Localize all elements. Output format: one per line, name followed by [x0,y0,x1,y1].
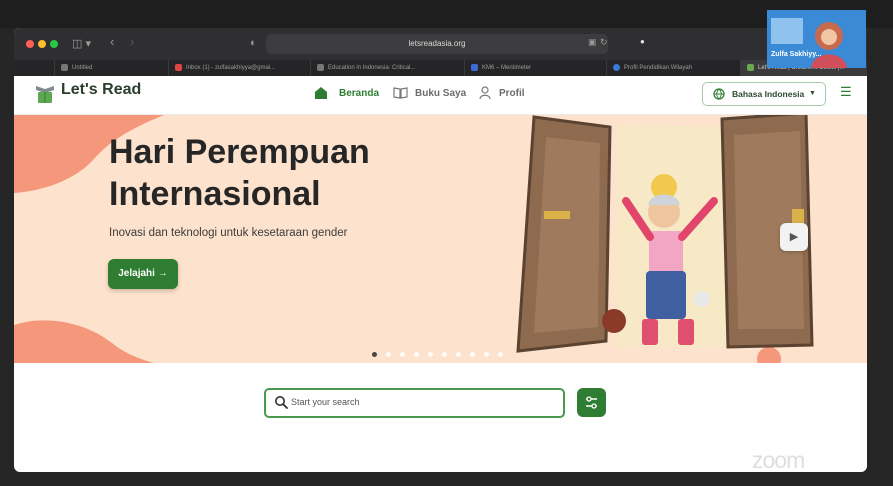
forward-icon[interactable]: › [130,34,134,49]
back-icon[interactable]: ‹ [110,34,114,49]
slide-dot[interactable] [386,352,391,357]
filter-sliders-icon [586,396,597,409]
hamburger-menu-icon[interactable]: ☰ [840,84,852,100]
hero-title-line1: Hari Perempuan [109,133,370,171]
privacy-shield-icon[interactable]: ◐ [250,37,257,49]
home-icon [315,87,327,99]
tab-label: Profil Pendidikan Wilayah [624,65,693,71]
tab-profil-pendidikan[interactable]: Profil Pendidikan Wilayah [606,60,740,76]
arrow-right-icon: → [157,268,168,279]
zoom-watermark: zoom [752,447,805,473]
slide-dot[interactable] [456,352,461,357]
decor-circle [757,347,781,363]
lets-read-logo-icon[interactable] [34,84,56,104]
nav-buku-saya[interactable]: Buku Saya [415,88,466,99]
tab-label: Education in Indonesia: Critical... [328,65,416,71]
user-icon [479,86,491,100]
slide-dot[interactable] [414,352,419,357]
slide-dot[interactable] [498,352,503,357]
tab-untitled[interactable]: Untitled [54,60,168,76]
search-placeholder: Start your search [291,397,360,407]
book-icon [393,87,408,99]
character-shirt [649,231,683,275]
address-bar[interactable]: letsreadasia.org [266,34,608,54]
search-icon [275,396,288,409]
goose [694,291,710,307]
language-selector[interactable]: Bahasa Indonesia ▼ [702,82,826,106]
slide-pagination [372,344,512,357]
tab-education[interactable]: Education in Indonesia: Critical... [310,60,464,76]
filter-button[interactable] [577,388,606,417]
character-pants [646,271,686,319]
hero-subtitle: Inovasi dan teknologi untuk kesetaraan g… [109,227,348,239]
hero-title: Hari Perempuan Internasional [109,131,529,215]
next-slide-button[interactable]: ▶ [780,223,808,251]
minimize-window-button[interactable] [38,40,46,48]
tab-label: Inbox (1) - zulfasakhiyya@gmai... [186,65,276,71]
slide-dot[interactable] [442,352,447,357]
tab-bar: Untitled Inbox (1) - zulfasakhiyya@gmai.… [14,60,867,76]
nav-beranda[interactable]: Beranda [339,88,379,99]
turkey [602,309,626,333]
search-input[interactable]: Start your search [264,388,565,418]
language-label: Bahasa Indonesia [732,89,805,99]
browser-titlebar: ◫ ▾ ‹ › ◐ letsreadasia.org ▣ ↻ ● [14,28,867,60]
participant-name: Zulfa Sakhiyy... [771,51,822,58]
tab-inbox[interactable]: Inbox (1) - zulfasakhiyya@gmai... [168,60,310,76]
site-header: Let's Read Beranda Buku Saya Profil Baha… [14,76,867,115]
cta-label: Jelajahi [118,268,155,279]
globe-icon [713,88,725,100]
decor-shape-bottom [14,320,154,363]
reload-icon[interactable]: ↻ [600,37,608,48]
browser-window: ◫ ▾ ‹ › ◐ letsreadasia.org ▣ ↻ ● Untitle… [14,28,867,472]
hero-banner: Hari Perempuan Internasional Inovasi dan… [14,115,867,363]
translate-icon[interactable]: ▣ [588,37,597,48]
tab-label: Untitled [72,65,93,71]
slide-dot[interactable] [484,352,489,357]
participant-video[interactable]: Zulfa Sakhiyy... [767,10,866,68]
tab-label: KM6 – Mentimeter [482,65,532,71]
sidebar-toggle-icon[interactable]: ◫ ▾ [72,37,91,50]
site-logo-text[interactable]: Let's Read [61,81,141,99]
hero-title-line2: Internasional [109,175,321,213]
maximize-window-button[interactable] [50,40,58,48]
jelajahi-button[interactable]: Jelajahi → [108,259,178,289]
participant-image [767,10,866,68]
play-icon: ▶ [789,231,799,243]
close-window-button[interactable] [26,40,34,48]
tab-mentimeter[interactable]: KM6 – Mentimeter [464,60,606,76]
nav-profil[interactable]: Profil [499,88,525,99]
slide-dot[interactable] [428,352,433,357]
slide-dot[interactable] [372,352,377,357]
extension-icon[interactable]: ● [640,37,645,46]
zoom-meeting-bar [0,0,893,28]
chevron-down-icon: ▼ [809,90,816,97]
slide-dot[interactable] [400,352,405,357]
slide-dot[interactable] [470,352,475,357]
